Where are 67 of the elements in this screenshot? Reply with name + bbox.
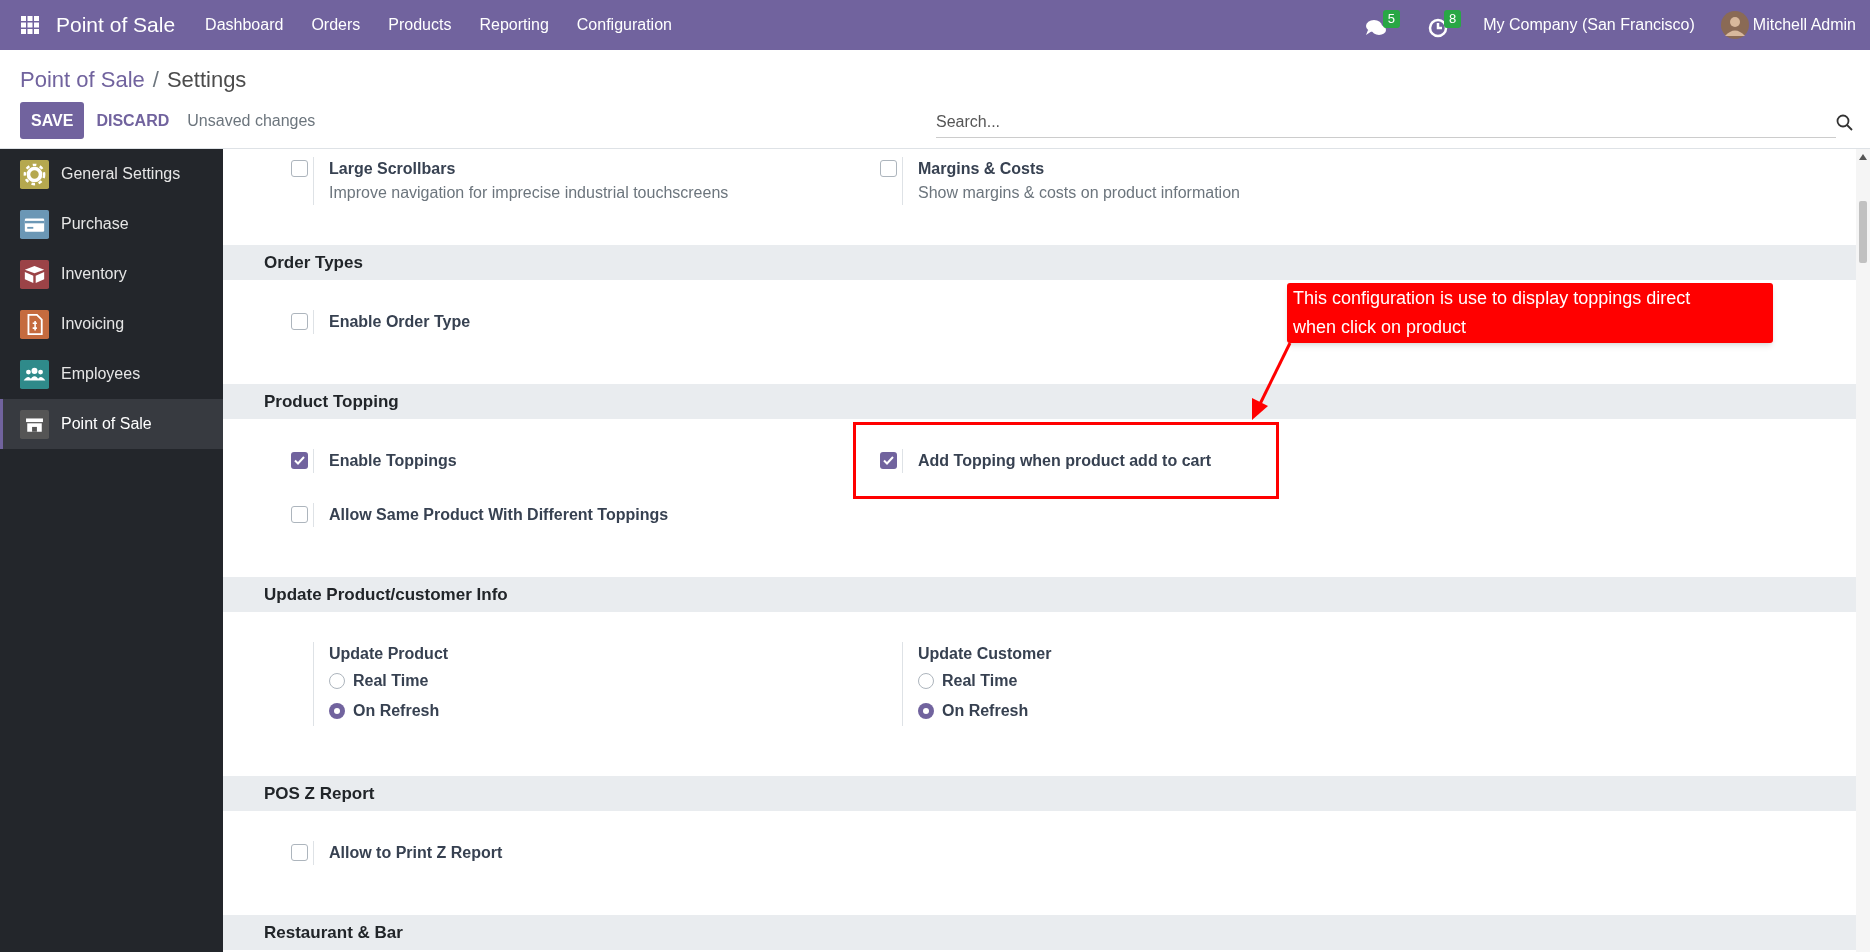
company-switcher[interactable]: My Company (San Francisco) [1483,13,1695,37]
checkbox[interactable] [291,506,308,523]
setting-label: Add Topping when product add to cart [918,451,1211,471]
checkbox[interactable] [291,452,308,469]
checkmark-icon [294,456,305,465]
setting-label: Update Customer [918,644,1052,664]
clock-icon [1428,18,1448,38]
setting-label: Allow to Print Z Report [329,843,503,863]
checkbox[interactable] [291,313,308,330]
radio-button[interactable] [329,703,345,719]
sidebar-item[interactable]: Invoicing [0,299,223,349]
app-name[interactable]: Point of Sale [56,9,176,41]
discard-button[interactable]: DISCARD [85,102,181,139]
unsaved-status: Unsaved changes [187,110,316,131]
breadcrumb-separator: / [152,65,159,94]
activity-count: 8 [1444,10,1462,28]
checkbox[interactable] [291,160,308,177]
annotation-callout: This configuration is use to display toppings direct when click on product [1287,283,1773,343]
setting-label: Margins & Costs [918,159,1046,179]
search-icon[interactable] [1836,113,1853,131]
scrollbar[interactable] [1856,149,1870,952]
sidebar-item[interactable]: Purchase [0,199,223,249]
scroll-up-icon[interactable] [1859,154,1867,160]
sidebar-item[interactable]: Inventory [0,249,223,299]
breadcrumb-current: Settings [166,65,247,94]
setting-description: Show margins & costs on product information [918,183,1240,203]
setting-description: Improve navigation for imprecise industrial touchscreens [329,183,729,203]
search-field[interactable]: Search... [936,106,1836,138]
setting-label: Large Scrollbars [329,159,457,179]
setting-label: Update Product [329,644,449,664]
sidebar-item[interactable]: General Settings [0,149,223,199]
save-button[interactable]: SAVE [20,102,85,139]
radio-button[interactable] [918,673,934,689]
setting-label: Enable Toppings [329,451,457,471]
activities-button[interactable]: 8 [1428,10,1462,40]
sidebar-item[interactable]: Employees [0,349,223,399]
radio-button[interactable] [918,703,934,719]
message-count: 5 [1382,10,1400,28]
section-title: Order Types [264,251,363,274]
sidebar-item[interactable]: Point of Sale [0,399,223,449]
radio-button[interactable] [329,673,345,689]
section-title: Restaurant & Bar [264,921,403,944]
section-title: Product Topping [264,390,399,413]
radio-label: On Refresh [353,701,440,721]
checkmark-icon [883,456,894,465]
radio-label: Real Time [942,671,1018,691]
checkbox[interactable] [880,160,897,177]
menu-item[interactable]: Reporting [465,13,563,37]
chat-icon [1364,18,1387,38]
checkbox[interactable] [880,452,897,469]
section-title: Update Product/customer Info [264,583,508,606]
checkbox[interactable] [291,844,308,861]
radio-label: Real Time [353,671,429,691]
menu-item[interactable]: Orders [297,13,375,37]
app-menu-icon[interactable] [20,15,40,35]
section-title: POS Z Report [264,782,375,805]
user-menu[interactable]: Mitchell Admin [1752,13,1856,37]
setting-label: Allow Same Product With Different Toppings [329,505,669,525]
scrollbar-thumb[interactable] [1859,201,1867,263]
setting-label: Enable Order Type [329,312,471,332]
menu-item[interactable]: Dashboard [191,13,298,37]
menu-item[interactable]: Products [374,13,466,37]
radio-label: On Refresh [942,701,1029,721]
menu-item[interactable]: Configuration [562,13,686,37]
messages-button[interactable]: 5 [1364,10,1400,40]
breadcrumb-link[interactable]: Point of Sale [20,62,145,96]
user-avatar[interactable] [1720,11,1749,39]
